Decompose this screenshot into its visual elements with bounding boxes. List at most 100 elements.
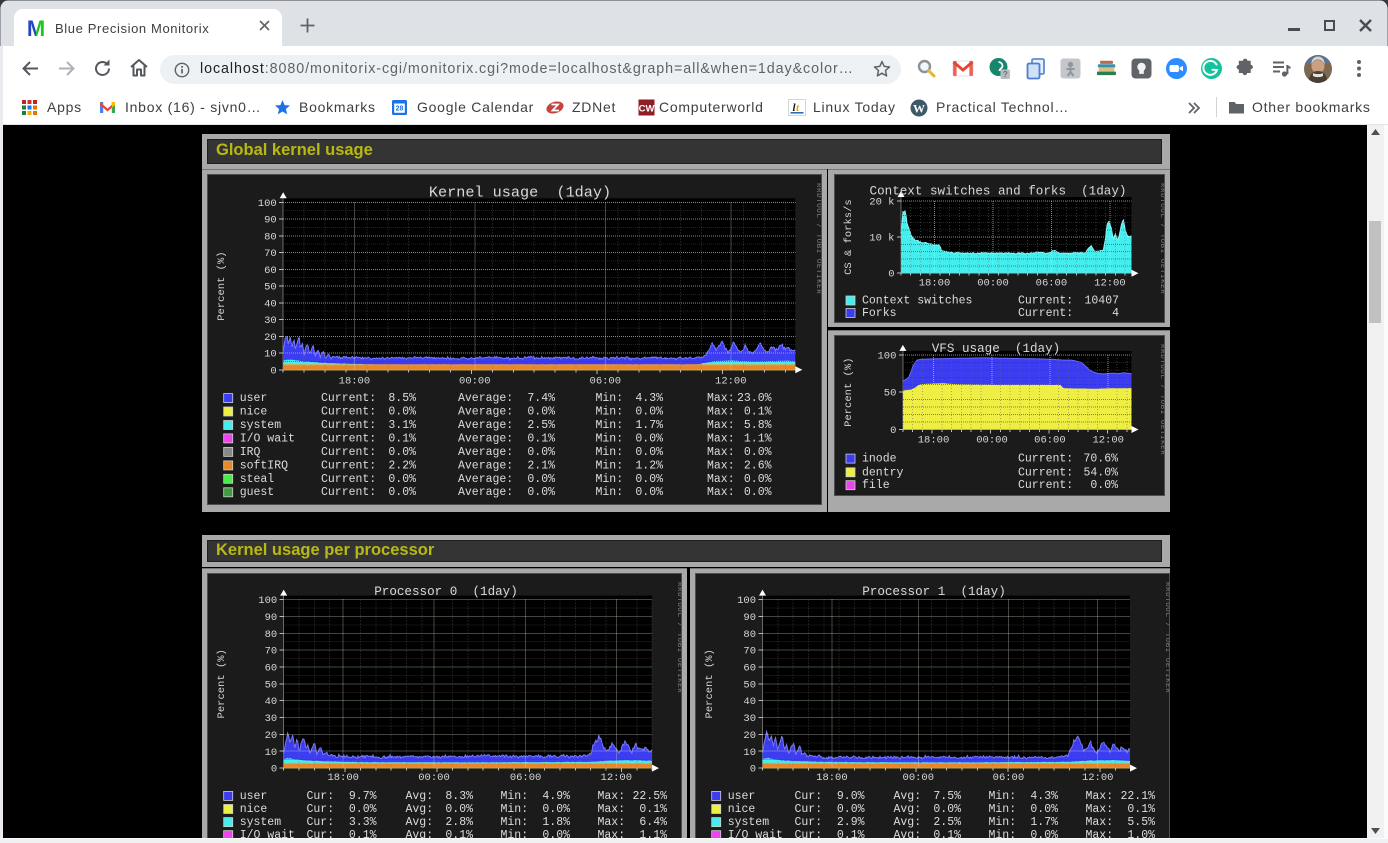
svg-text:softIRQ: softIRQ — [240, 459, 288, 472]
svg-text:user: user — [240, 790, 268, 803]
svg-text:Average:: Average: — [458, 432, 513, 445]
svg-text:70.6%: 70.6% — [1083, 453, 1118, 466]
svg-text:0.0%: 0.0% — [744, 473, 772, 486]
svg-text:12:00: 12:00 — [1094, 278, 1126, 290]
svg-text:3.3%: 3.3% — [349, 816, 377, 829]
svg-text:Current:: Current: — [321, 486, 376, 499]
svg-text:0.0%: 0.0% — [388, 486, 416, 499]
svg-text:70: 70 — [743, 646, 756, 658]
svg-text:06:00: 06:00 — [1036, 278, 1068, 290]
svg-text:system: system — [240, 816, 282, 829]
svg-text:steal: steal — [240, 473, 275, 486]
svg-text:1.2%: 1.2% — [635, 459, 663, 472]
svg-text:0.0%: 0.0% — [635, 432, 663, 445]
svg-text:4.3%: 4.3% — [1030, 790, 1058, 803]
svg-text:I/O wait: I/O wait — [728, 829, 783, 838]
svg-text:Max:: Max: — [598, 829, 626, 838]
svg-text:inode: inode — [862, 453, 897, 466]
svg-text:0.1%: 0.1% — [527, 432, 555, 445]
svg-text:Max:: Max: — [598, 803, 626, 816]
svg-text:Avg:: Avg: — [894, 816, 922, 829]
svg-text:0.0%: 0.0% — [1030, 829, 1058, 838]
svg-text:28: 28 — [396, 106, 404, 113]
svg-text:Forks: Forks — [862, 307, 897, 320]
svg-text:Min:: Min: — [596, 432, 624, 445]
svg-text:M: M — [27, 16, 45, 39]
svg-text:60: 60 — [265, 663, 278, 675]
svg-text:0.0%: 0.0% — [542, 803, 570, 816]
svg-text:Percent (%): Percent (%) — [704, 649, 716, 718]
svg-text:Min:: Min: — [596, 392, 624, 405]
svg-text:Min:: Min: — [596, 406, 624, 419]
svg-text:40: 40 — [264, 298, 277, 310]
svg-text:system: system — [240, 419, 282, 432]
svg-text:50: 50 — [884, 388, 897, 400]
svg-text:Current:: Current: — [1018, 295, 1073, 308]
svg-text:Max:: Max: — [707, 406, 735, 419]
svg-text:0.0%: 0.0% — [349, 803, 377, 816]
svg-text:Max:: Max: — [1086, 829, 1114, 838]
svg-text:Cur:: Cur: — [307, 829, 335, 838]
svg-text:18:00: 18:00 — [919, 278, 951, 290]
svg-text:60: 60 — [743, 663, 756, 675]
svg-text:Avg:: Avg: — [894, 790, 922, 803]
svg-text:0: 0 — [270, 365, 276, 377]
svg-text:10: 10 — [264, 349, 277, 361]
svg-text:?: ? — [1003, 69, 1008, 79]
svg-text:IRQ: IRQ — [240, 446, 261, 459]
svg-text:nice: nice — [240, 406, 268, 419]
svg-text:20: 20 — [743, 730, 756, 742]
svg-text:user: user — [728, 790, 756, 803]
svg-text:2.5%: 2.5% — [933, 816, 961, 829]
svg-text:Average:: Average: — [458, 406, 513, 419]
svg-text:Max:: Max: — [707, 473, 735, 486]
svg-text:I/O wait: I/O wait — [240, 829, 295, 838]
svg-text:Current:: Current: — [321, 473, 376, 486]
svg-text:18:00: 18:00 — [816, 772, 848, 784]
svg-text:7.5%: 7.5% — [933, 790, 961, 803]
svg-text:Current:: Current: — [321, 392, 376, 405]
svg-text:50: 50 — [264, 282, 277, 294]
svg-text:Min:: Min: — [596, 486, 624, 499]
svg-text:RRDTOOL / TOBI OETIKER: RRDTOOL / TOBI OETIKER — [1158, 183, 1165, 294]
svg-text:80: 80 — [264, 231, 277, 243]
svg-text:Min:: Min: — [989, 829, 1017, 838]
svg-text:90: 90 — [265, 612, 278, 624]
svg-text:20: 20 — [264, 332, 277, 344]
svg-text:12:00: 12:00 — [1082, 772, 1114, 784]
svg-text:0.0%: 0.0% — [542, 829, 570, 838]
svg-text:0.1%: 0.1% — [837, 829, 865, 838]
svg-text:0.0%: 0.0% — [744, 446, 772, 459]
svg-text:Min:: Min: — [501, 829, 529, 838]
svg-text:0.0%: 0.0% — [527, 446, 555, 459]
svg-text:0.0%: 0.0% — [527, 486, 555, 499]
svg-text:60: 60 — [264, 265, 277, 277]
svg-text:RRDTOOL / TOBI OETIKER: RRDTOOL / TOBI OETIKER — [1163, 582, 1170, 693]
svg-text:18:00: 18:00 — [918, 435, 950, 447]
svg-text:Min:: Min: — [501, 803, 529, 816]
svg-text:file: file — [862, 479, 890, 492]
svg-text:0.1%: 0.1% — [445, 829, 473, 838]
svg-text:0: 0 — [750, 764, 756, 776]
svg-text:Percent (%): Percent (%) — [843, 358, 855, 427]
svg-text:06:00: 06:00 — [510, 772, 542, 784]
svg-text:2.2%: 2.2% — [388, 459, 416, 472]
svg-text:Max:: Max: — [707, 446, 735, 459]
svg-text:Max:: Max: — [598, 790, 626, 803]
svg-text:Min:: Min: — [501, 816, 529, 829]
svg-text:00:00: 00:00 — [459, 375, 491, 387]
svg-text:06:00: 06:00 — [1034, 435, 1066, 447]
svg-text:Avg:: Avg: — [406, 829, 434, 838]
svg-text:0.0%: 0.0% — [635, 486, 663, 499]
svg-text:00:00: 00:00 — [418, 772, 450, 784]
svg-text:Cur:: Cur: — [795, 829, 823, 838]
svg-text:30: 30 — [264, 315, 277, 327]
svg-text:2.5%: 2.5% — [527, 419, 555, 432]
svg-text:4.3%: 4.3% — [635, 392, 663, 405]
svg-text:0.0%: 0.0% — [388, 446, 416, 459]
svg-text:0.0%: 0.0% — [388, 473, 416, 486]
svg-text:2.1%: 2.1% — [527, 459, 555, 472]
svg-text:Max:: Max: — [1086, 803, 1114, 816]
svg-text:8.3%: 8.3% — [445, 790, 473, 803]
svg-text:Max:: Max: — [707, 486, 735, 499]
